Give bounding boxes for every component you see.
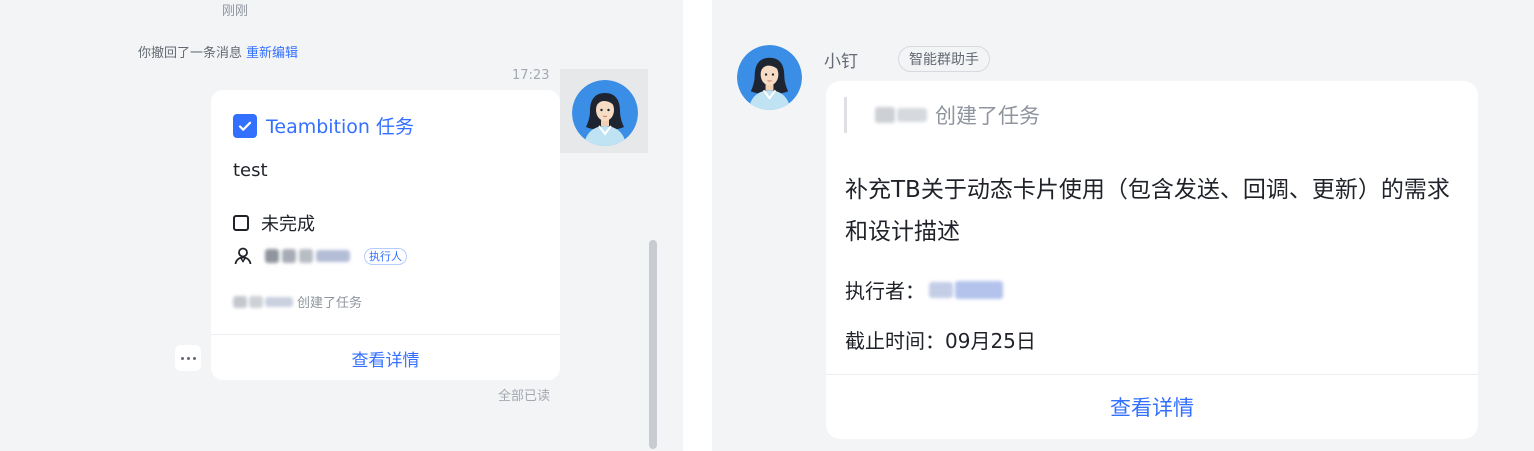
recall-notice: 你撤回了一条消息 重新编辑: [138, 42, 298, 61]
avatar[interactable]: [572, 80, 638, 146]
assignee-name-redacted: [265, 249, 350, 263]
quote-text: 创建了任务: [935, 104, 1040, 128]
creator-name-redacted: [875, 107, 927, 123]
read-status[interactable]: 全部已读: [498, 385, 550, 404]
unchecked-box-icon[interactable]: [233, 215, 249, 231]
right-chat-panel: 小钉 智能群助手 创建了任务 补充TB关于动态卡片使用（包含发送、回调、更新）的…: [712, 0, 1534, 451]
task-status: 未完成: [261, 214, 315, 235]
avatar-woman-icon: [737, 45, 802, 110]
due-label: 截止时间：: [845, 329, 945, 353]
card-divider: [211, 334, 560, 335]
message-time: 17:23: [512, 68, 550, 83]
more-dot-icon: [186, 356, 190, 360]
person-icon: [234, 247, 252, 265]
task-status-row: 未完成: [233, 210, 315, 236]
teambition-task-card[interactable]: Teambition 任务 test 未完成 执行人 创建了任务 查看详情: [211, 90, 560, 380]
creator-name-redacted: [233, 295, 293, 308]
card-divider: [826, 374, 1478, 375]
assignee-row: 执行人: [233, 246, 407, 266]
executor-name-redacted[interactable]: [929, 280, 1003, 299]
card-header: Teambition 任务: [233, 112, 414, 139]
created-by-row: 创建了任务: [233, 292, 362, 311]
reedit-link[interactable]: 重新编辑: [246, 46, 298, 61]
card-app-title: Teambition 任务: [266, 116, 414, 138]
assignee-role-tag: 执行人: [364, 247, 407, 265]
more-dot-icon: [180, 356, 184, 360]
task-name: test: [233, 160, 268, 181]
due-value: 09月25日: [945, 329, 1036, 353]
due-date-row: 截止时间： 09月25日: [845, 325, 1036, 354]
scrollbar[interactable]: [649, 240, 657, 449]
task-message-card[interactable]: 创建了任务 补充TB关于动态卡片使用（包含发送、回调、更新）的需求和设计描述 执…: [826, 81, 1478, 439]
view-details-button[interactable]: 查看详情: [826, 392, 1478, 422]
view-details-button[interactable]: 查看详情: [211, 346, 560, 371]
sender-name[interactable]: 小钉: [824, 47, 858, 72]
left-chat-panel: 刚刚 你撤回了一条消息 重新编辑 17:23 Teambition 任务 test: [0, 0, 683, 451]
executor-label: 执行者：: [845, 279, 925, 303]
task-title: 补充TB关于动态卡片使用（包含发送、回调、更新）的需求和设计描述: [845, 177, 1450, 245]
more-dot-icon: [192, 356, 196, 360]
bot-avatar[interactable]: [737, 45, 802, 110]
created-text: 创建了任务: [297, 296, 363, 311]
executor-row: 执行者：: [845, 275, 1003, 304]
card-quote: 创建了任务: [844, 97, 1040, 133]
teambition-checkbox-icon: [233, 113, 257, 138]
bot-tag: 智能群助手: [898, 46, 990, 72]
avatar-woman-icon: [572, 80, 638, 146]
recall-text: 你撤回了一条消息: [138, 46, 243, 61]
timestamp-label: 刚刚: [222, 4, 249, 19]
more-options-button[interactable]: [175, 345, 201, 371]
